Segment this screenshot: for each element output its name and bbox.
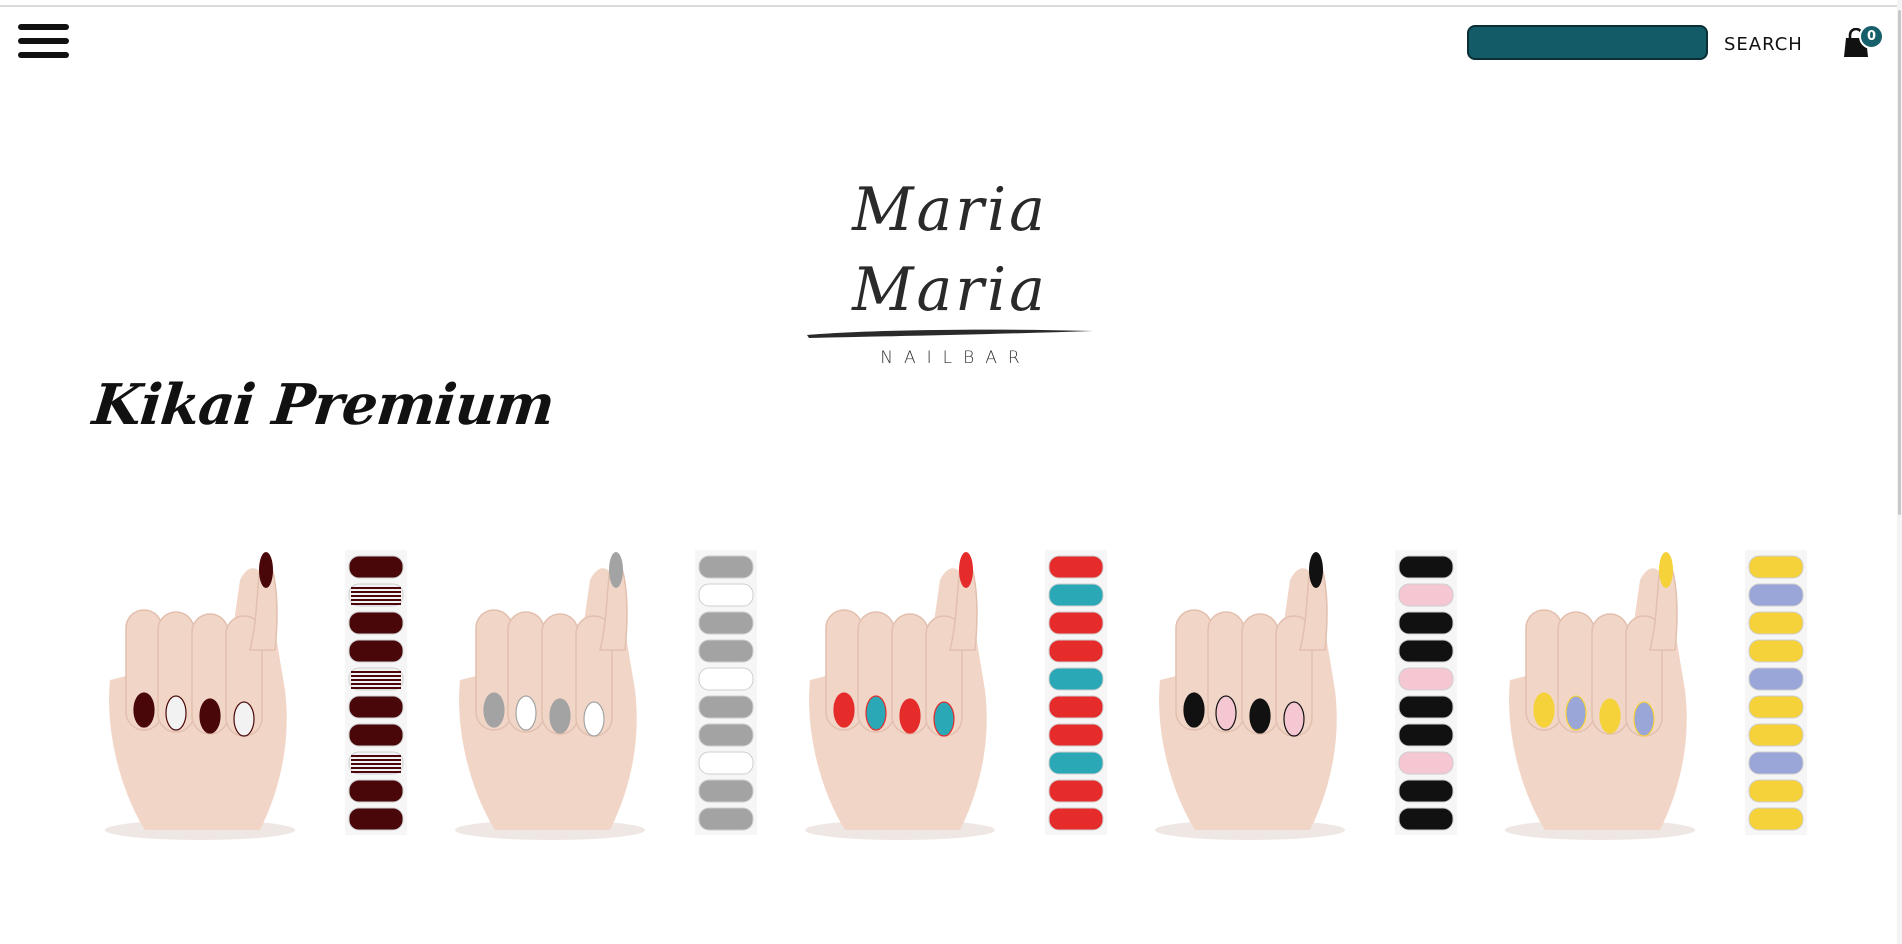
product-card[interactable] bbox=[450, 540, 760, 840]
top-border bbox=[0, 0, 1902, 7]
product-card[interactable] bbox=[1500, 540, 1810, 840]
search-input[interactable] bbox=[1467, 25, 1708, 60]
product-image bbox=[805, 550, 1107, 840]
scrollbar-thumb[interactable] bbox=[1898, 10, 1901, 515]
logo-script-text: Maria Maria bbox=[852, 175, 1048, 325]
cart-count-badge: 0 bbox=[1859, 24, 1884, 49]
product-card[interactable] bbox=[100, 540, 410, 840]
search-button[interactable]: SEARCH bbox=[1724, 34, 1803, 55]
logo-subtitle: NAILBAR bbox=[880, 348, 1031, 368]
hamburger-menu-icon[interactable] bbox=[18, 24, 69, 58]
page-title: Kikai Premium bbox=[89, 372, 558, 438]
product-image bbox=[105, 550, 407, 840]
product-card[interactable] bbox=[1150, 540, 1460, 840]
brand-logo[interactable]: Maria Maria NAILBAR bbox=[770, 170, 1130, 368]
product-grid bbox=[100, 540, 1807, 840]
product-card[interactable] bbox=[800, 540, 1110, 840]
product-image bbox=[1155, 550, 1457, 840]
product-image bbox=[1505, 550, 1807, 840]
product-image bbox=[455, 550, 757, 840]
